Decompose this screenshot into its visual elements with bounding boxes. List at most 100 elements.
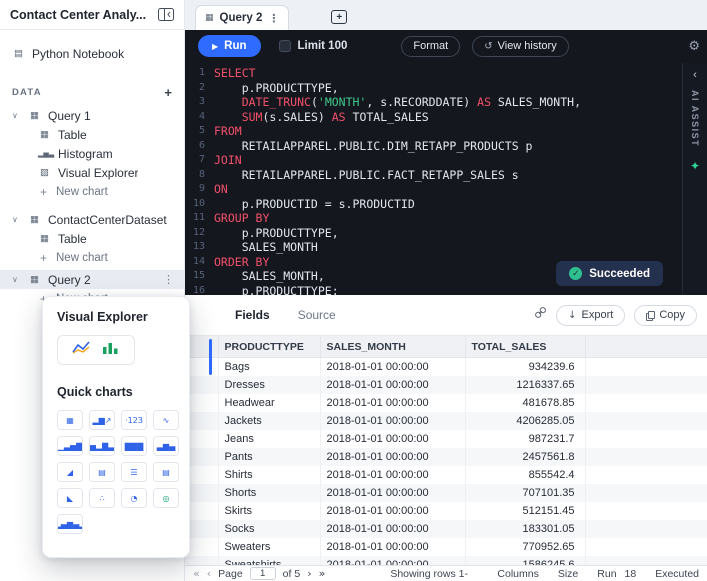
run-button[interactable]: ▶ Run — [198, 35, 261, 57]
table-row[interactable]: Sweaters2018-01-01 00:00:00770952.65 — [185, 538, 707, 556]
columns-label[interactable]: Columns — [497, 568, 538, 580]
sidebar-item-query1-histogram[interactable]: ▂▅▃ Histogram — [0, 144, 184, 163]
link-icon[interactable] — [534, 306, 547, 324]
quickchart-bar-horizontal-alt-icon[interactable]: ▤ — [153, 462, 179, 482]
sidebar-item-query-1[interactable]: ∨ ▦ Query 1 — [0, 106, 184, 125]
table-row[interactable]: Headwear2018-01-01 00:00:00481678.85 — [185, 394, 707, 412]
size-label[interactable]: Size — [558, 568, 578, 580]
quickchart-column-alt-icon[interactable]: ▃▆▄ — [153, 436, 179, 456]
limit-100-toggle[interactable]: Limit 100 — [279, 40, 348, 52]
code-line[interactable]: SELECT — [214, 66, 581, 81]
showing-rows-label: Showing rows 1- — [390, 568, 468, 580]
sidebar-item-python-notebook[interactable]: ▤ Python Notebook — [0, 44, 184, 63]
table-row[interactable]: Socks2018-01-01 00:00:00183301.05 — [185, 520, 707, 538]
scroll-indicator[interactable] — [209, 339, 212, 375]
table-row[interactable]: Sweatshirts2018-01-01 00:00:001586245.6 — [185, 556, 707, 565]
code-line[interactable]: FROM — [214, 124, 581, 139]
document-title[interactable]: Contact Center Analy... — [10, 8, 158, 22]
kebab-icon[interactable]: ⋮ — [163, 273, 174, 286]
code-lines[interactable]: SELECT p.PRODUCTTYPE, DATE_TRUNC('MONTH'… — [205, 63, 581, 295]
kebab-icon[interactable]: ⋮ — [268, 12, 279, 25]
code-line[interactable]: ORDER BY — [214, 255, 581, 270]
code-line[interactable]: GROUP BY — [214, 211, 581, 226]
code-line[interactable]: ON — [214, 182, 581, 197]
quickchart-grouped-column-icon[interactable]: ▇▇▇ — [121, 436, 147, 456]
quickchart-line-icon[interactable]: ∿ — [153, 410, 179, 430]
table-header-row: PRODUCTTYPE SALES_MONTH TOTAL_SALES — [185, 336, 707, 358]
line-chart-icon — [72, 340, 92, 360]
next-page-icon[interactable]: › — [307, 568, 311, 579]
tab-fields[interactable]: Fields — [235, 308, 270, 322]
first-page-icon[interactable]: « — [193, 568, 200, 579]
collapse-sidebar-icon[interactable] — [158, 8, 174, 21]
sidebar-item-query1-table[interactable]: ▦ Table — [0, 125, 184, 144]
quickchart-donut-icon[interactable]: ◎ — [153, 488, 179, 508]
sidebar-item-contactcenterdataset[interactable]: ∨ ▦ ContactCenterDataset — [0, 210, 184, 229]
chevron-down-icon[interactable]: ∨ — [12, 275, 21, 284]
page-input[interactable] — [250, 567, 276, 580]
table-row[interactable]: Jackets2018-01-01 00:00:004206285.05 — [185, 412, 707, 430]
ai-assist-sparkle-icon[interactable]: ✦ — [690, 159, 700, 173]
visual-explorer-preview[interactable] — [57, 335, 135, 365]
ai-assist-panel[interactable]: ‹ AI ASSIST ✦ — [682, 63, 707, 295]
chevron-down-icon[interactable]: ∨ — [12, 215, 21, 224]
quickchart-ascending-bars-icon[interactable]: ▁▃▅▇ — [57, 436, 83, 456]
code-line[interactable]: p.PRODUCTID = s.PRODUCTID — [214, 197, 581, 212]
table-row[interactable]: Jeans2018-01-01 00:00:00987231.7 — [185, 430, 707, 448]
table-row[interactable]: Skirts2018-01-01 00:00:00512151.45 — [185, 502, 707, 520]
table-row[interactable]: Bags2018-01-01 00:00:00934239.6 — [185, 358, 707, 377]
sidebar-item-dataset-new-chart[interactable]: + New chart — [0, 248, 184, 267]
last-page-icon[interactable]: » — [319, 568, 326, 579]
quickchart-column-icon[interactable]: ▅▂▇▃ — [89, 436, 115, 456]
sidebar-item-dataset-table[interactable]: ▦ Table — [0, 229, 184, 248]
export-button[interactable]: ↓ Export — [556, 305, 625, 326]
code-line[interactable]: SALES_MONTH — [214, 240, 581, 255]
add-data-icon[interactable]: + — [164, 85, 172, 100]
quickchart-table-icon[interactable]: ▦ — [57, 410, 83, 430]
sidebar-item-query-2[interactable]: ∨ ▦ Query 2 ⋮ — [0, 270, 184, 289]
limit-checkbox[interactable] — [279, 40, 291, 52]
tab-source[interactable]: Source — [298, 308, 336, 322]
new-tab-button[interactable]: + — [331, 10, 347, 24]
code-line[interactable]: SALES_MONTH, — [214, 269, 581, 284]
quickchart-bar-horizontal-icon[interactable]: ▤ — [89, 462, 115, 482]
code-line[interactable]: p.PRODUCTTYPE, — [214, 226, 581, 241]
code-line[interactable]: RETAILAPPAREL.PUBLIC.DIM_RETAPP_PRODUCTS… — [214, 139, 581, 154]
quickchart-bar-list-icon[interactable]: ☰ — [121, 462, 147, 482]
chevron-down-icon[interactable]: ∨ — [12, 111, 21, 120]
table-row[interactable]: Shirts2018-01-01 00:00:00855542.4 — [185, 466, 707, 484]
filler-header — [585, 336, 707, 358]
copy-button[interactable]: Copy — [634, 305, 697, 326]
quickchart-pie-icon[interactable]: ◔ — [121, 488, 147, 508]
previous-page-icon[interactable]: ‹ — [207, 568, 211, 579]
quickchart-histogram-icon[interactable]: ▂▄▆▄▂ — [57, 514, 83, 534]
table-row[interactable]: Dresses2018-01-01 00:00:001216337.65 — [185, 376, 707, 394]
column-header-producttype[interactable]: PRODUCTTYPE — [218, 336, 320, 358]
code-line[interactable]: DATE_TRUNC('MONTH', s.RECORDDATE) AS SAL… — [214, 95, 581, 110]
sidebar-item-query1-new-chart[interactable]: + New chart — [0, 182, 184, 201]
code-line[interactable]: RETAILAPPAREL.PUBLIC.FACT_RETAPP_SALES s — [214, 168, 581, 183]
code-line[interactable]: p.PRODUCTTYPE, — [214, 81, 581, 96]
table-row[interactable]: Pants2018-01-01 00:00:002457561.8 — [185, 448, 707, 466]
code-line[interactable]: SUM(s.SALES) AS TOTAL_SALES — [214, 110, 581, 125]
view-history-button[interactable]: ↺ View history — [472, 36, 569, 57]
code-line[interactable]: p.PRODUCTTYPE; — [214, 284, 581, 296]
column-header-sales-month[interactable]: SALES_MONTH — [320, 336, 465, 358]
quickchart-single-value-icon[interactable]: ·123 — [121, 410, 147, 430]
column-header-total-sales[interactable]: TOTAL_SALES — [465, 336, 585, 358]
export-label: Export — [582, 309, 614, 321]
format-button[interactable]: Format — [401, 36, 460, 57]
line-number: 8 — [185, 168, 205, 183]
table-row[interactable]: Shorts2018-01-01 00:00:00707101.35 — [185, 484, 707, 502]
code-line[interactable]: JOIN — [214, 153, 581, 168]
quickchart-bar-trend-icon[interactable]: ▂▆↗ — [89, 410, 115, 430]
quickchart-area-icon[interactable]: ◢ — [57, 462, 83, 482]
sidebar-item-query1-visual-explorer[interactable]: ▧ Visual Explorer — [0, 163, 184, 182]
line-number: 1 — [185, 66, 205, 81]
quickchart-area-line-icon[interactable]: ◣ — [57, 488, 83, 508]
chevron-left-icon[interactable]: ‹ — [693, 69, 697, 81]
notebook-icon: ▤ — [12, 48, 25, 59]
gear-icon[interactable]: ⚙ — [688, 39, 700, 54]
quickchart-scatter-icon[interactable]: ∴ — [89, 488, 115, 508]
tab-query-2[interactable]: ▦ Query 2 ⋮ — [195, 5, 289, 30]
